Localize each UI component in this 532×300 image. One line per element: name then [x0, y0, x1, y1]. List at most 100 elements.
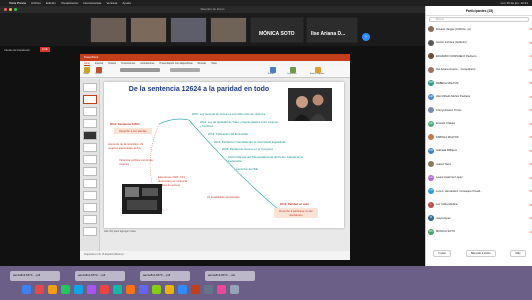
label-violencia: Violencia política contra las mujeres — [119, 158, 153, 166]
next-page-button[interactable]: › — [362, 33, 370, 41]
slide-thumbnail[interactable] — [83, 119, 97, 128]
app-icon[interactable] — [35, 285, 44, 294]
paragraph-controls[interactable] — [170, 68, 200, 72]
participant-row[interactable]: EC Ernesto Chavez ⊘ — [428, 120, 532, 128]
participant-row[interactable]: RM REBECA MALTOS ⊘ — [428, 79, 532, 87]
app-icon[interactable] — [100, 285, 109, 294]
avatar: MS — [428, 228, 434, 235]
dock-file[interactable]: aac1e8c4-6570-....pdf — [140, 271, 190, 281]
tab-presentacion[interactable]: Presentación con diapositivas — [160, 62, 193, 65]
participant-name: FABIOLA MALTOS — [436, 135, 459, 139]
participant-row[interactable]: Juárez Tarra ⊘ — [428, 160, 532, 168]
participant-row[interactable]: Mmayra lopez ⊘ — [428, 214, 532, 222]
app-icon[interactable] — [204, 285, 213, 294]
minimize-icon[interactable] — [9, 8, 12, 11]
slide-thumbnail[interactable] — [83, 203, 97, 212]
slide-thumbnail[interactable] — [83, 167, 97, 176]
slide-thumbnail[interactable] — [83, 95, 97, 104]
participants-search-input[interactable]: Buscar — [429, 17, 529, 22]
participant-row[interactable]: LH Luis A. Hernández, Consejero Presid...… — [428, 187, 532, 195]
more-button[interactable]: Más — [510, 249, 526, 257]
dock-file[interactable]: aac1e8c4-6570-....del — [205, 271, 255, 281]
video-tile[interactable] — [90, 17, 127, 43]
dock-file[interactable]: aac1e8c4-6570-....pdf — [75, 271, 125, 281]
app-icon[interactable] — [113, 285, 122, 294]
tab-vista[interactable]: Vista — [211, 62, 217, 65]
app-icon[interactable] — [126, 285, 135, 294]
participant-row[interactable]: GW Gabriela Williams ⊘ — [428, 147, 532, 155]
timeline-2012b: 2012: Tipificación del feminicidio — [208, 132, 249, 136]
slide-thumbnail[interactable] — [83, 107, 97, 116]
participant-row[interactable]: Rosario Vargas (Anfitrión, yo) ⊘ — [428, 25, 532, 33]
participant-row[interactable]: Ilse Ariana Guerre... (Coanfitrión) ⊘ — [428, 66, 532, 74]
menu-item[interactable]: Herramientas — [83, 1, 101, 5]
participant-row[interactable]: MS MÓNICA SOTO ⊘ — [428, 228, 532, 236]
menu-item[interactable]: Edición — [46, 1, 56, 5]
participants-panel: Participantes (25) Buscar Rosario Vargas… — [425, 6, 532, 266]
tab-transiciones[interactable]: Transiciones — [121, 62, 135, 65]
video-tile[interactable] — [170, 17, 207, 43]
tab-insertar[interactable]: Insertar — [95, 62, 103, 65]
slide-thumbnail[interactable] — [83, 143, 97, 152]
timeline-2012a: 2012: Ley de Igualdad de Trato y Oportun… — [200, 120, 278, 128]
app-icon[interactable] — [152, 285, 161, 294]
tab-inicio[interactable]: Inicio — [84, 62, 90, 66]
invite-button[interactable]: Invitar — [433, 249, 451, 257]
slide-thumbnail[interactable] — [83, 155, 97, 164]
slide-thumbnail[interactable] — [83, 83, 97, 92]
avatar: EC — [428, 120, 434, 127]
slide-thumbnail[interactable] — [83, 191, 97, 200]
participant-row[interactable]: LG Laura Gutiérrez López ⊘ — [428, 174, 532, 182]
tab-animaciones[interactable]: Animaciones — [140, 62, 154, 65]
app-icon[interactable] — [165, 285, 174, 294]
participant-row[interactable]: EDUARDO CONSUELO Pacheco ... ⊘ — [428, 52, 532, 60]
participant-name: Luis A. Hernández, Consejero Presid... — [436, 189, 483, 193]
slide-thumbnail[interactable] — [83, 179, 97, 188]
font-controls[interactable] — [120, 68, 160, 72]
menu-item[interactable]: Ayuda — [122, 1, 130, 5]
close-icon[interactable] — [4, 8, 7, 11]
app-icon[interactable] — [139, 285, 148, 294]
app-icon[interactable] — [48, 285, 57, 294]
participant-row[interactable]: Cheryl Alvarez Torres ⊘ — [428, 106, 532, 114]
app-icon[interactable] — [61, 285, 70, 294]
participants-actions: Invitar Silenciar a todos Más — [426, 248, 532, 258]
zoom-app-icon[interactable] — [178, 285, 187, 294]
tab-revisar[interactable]: Revisar — [198, 62, 206, 65]
dock-file[interactable]: aac1e8c4-6570-....pdf — [10, 271, 60, 281]
slide-thumbnail[interactable] — [83, 215, 97, 224]
menu-item[interactable]: Archivo — [31, 1, 41, 5]
video-tile[interactable]: Ilse Ariana D... — [306, 17, 358, 43]
app-icon[interactable] — [74, 285, 83, 294]
menu-item[interactable]: Visualización — [61, 1, 78, 5]
slide-canvas[interactable]: De la sentencia 12624 a la paridad en to… — [104, 82, 344, 228]
menu-app-name[interactable]: Vista Previa — [9, 1, 26, 5]
participant-name: Acción Jurídica (Anfitrión) — [436, 41, 467, 44]
zoom-icon[interactable] — [14, 8, 17, 11]
app-icon[interactable] — [217, 285, 226, 294]
video-tile[interactable]: MÓNICA SOTO — [250, 17, 304, 43]
ribbon-label: Forma — [268, 73, 275, 75]
avatar: M — [428, 215, 434, 221]
notes-field[interactable]: Haz clic para agregar notas — [104, 230, 344, 238]
tab-diseno[interactable]: Diseño — [108, 62, 116, 65]
participant-row[interactable]: Acción Jurídica (Anfitrión) ⊘ — [428, 39, 532, 47]
ppt-app-label: PowerPoint — [84, 55, 99, 59]
powerpoint-icon[interactable] — [191, 285, 200, 294]
trash-icon[interactable] — [230, 285, 239, 294]
participant-name: Luz Indira Medina — [436, 203, 458, 206]
dock: aac1e8c4-6570-....pdf aac1e8c4-6570-....… — [0, 266, 532, 300]
menu-item[interactable]: Ventana — [106, 1, 117, 5]
powerpoint-window: PowerPoint Inicio Insertar Diseño Transi… — [80, 54, 350, 260]
finder-icon[interactable] — [22, 285, 31, 294]
app-icon[interactable] — [87, 285, 96, 294]
participant-row[interactable]: AM Abel Alfredo Muñoz Pedraza ⊘ — [428, 93, 532, 101]
mute-all-button[interactable]: Silenciar a todos — [465, 249, 496, 257]
participant-row[interactable]: FABIOLA MALTOS ⊘ — [428, 133, 532, 141]
video-tile[interactable] — [130, 17, 167, 43]
video-tile[interactable] — [210, 17, 247, 43]
participant-name: Abel Alfredo Muñoz Pedraza — [436, 95, 471, 98]
slide-thumbnail[interactable] — [83, 227, 97, 236]
slide-thumbnail[interactable] — [83, 131, 97, 140]
participant-row[interactable]: L Luz Indira Medina ⊘ — [428, 201, 532, 209]
